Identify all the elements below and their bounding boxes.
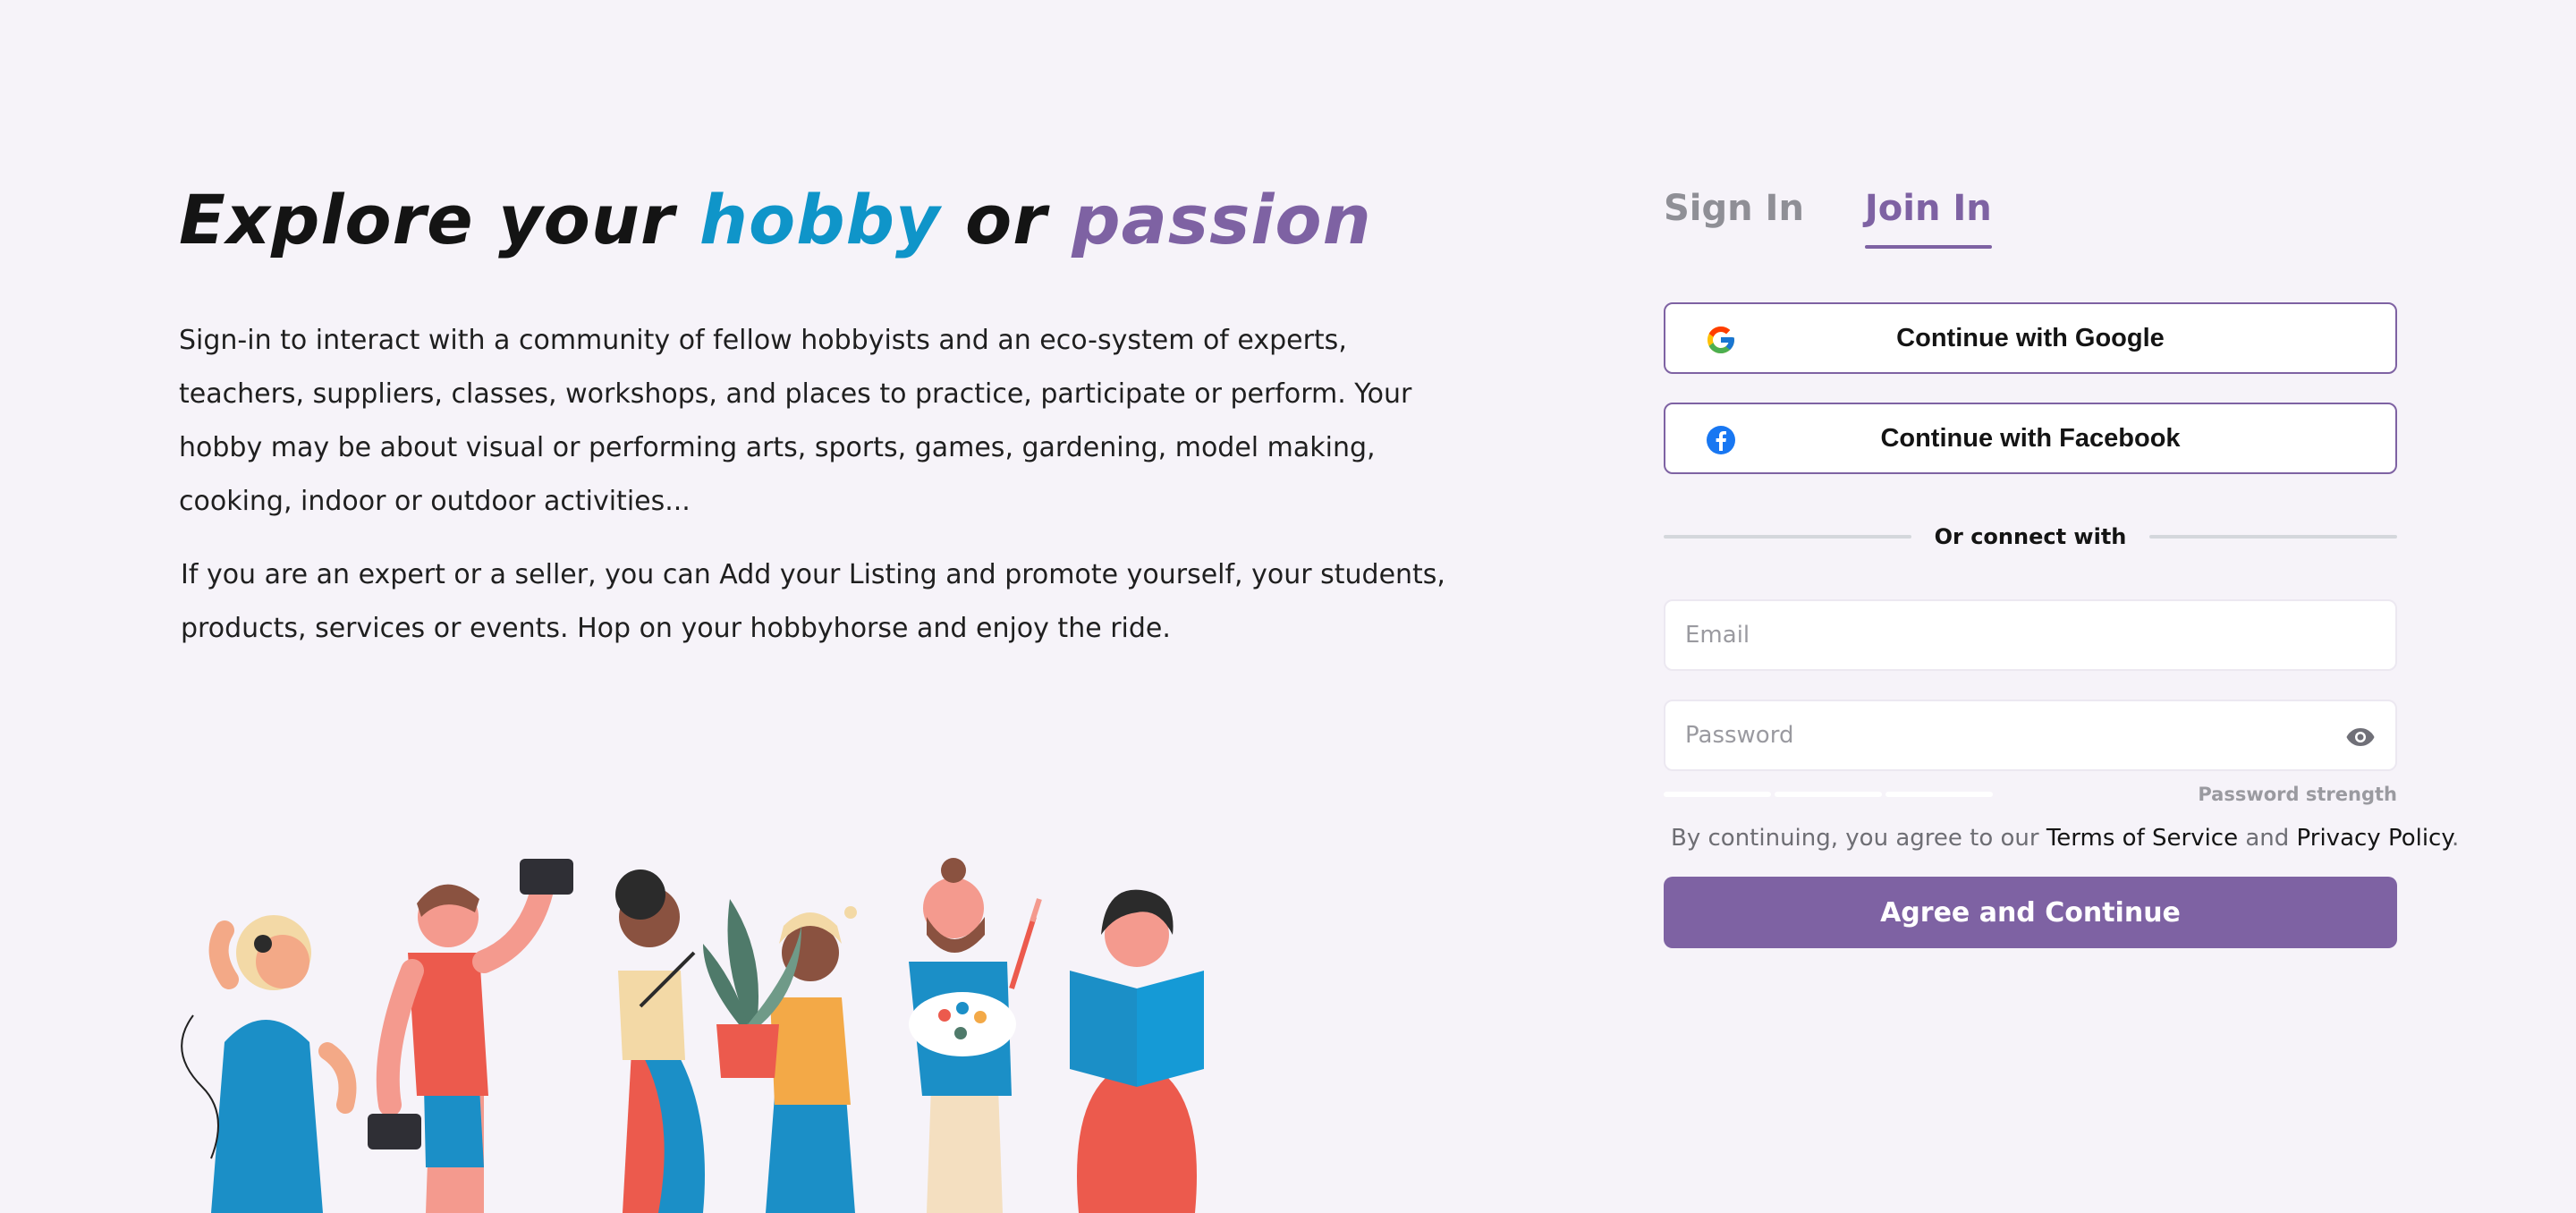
facebook-button-label: Continue with Facebook: [1880, 423, 2181, 453]
hero-section: Explore your hobby or passion Sign-in to…: [179, 179, 1467, 656]
weightlifter-figure: [368, 859, 573, 1213]
password-field-wrapper: [1664, 700, 2397, 771]
painter-figure: [909, 858, 1042, 1213]
seller-paragraph: If you are an expert or a seller, you ca…: [181, 559, 1445, 645]
hero-title-passion: passion: [1072, 180, 1372, 259]
auth-panel: Sign In Join In Continue with Google Con…: [1664, 179, 2459, 948]
hobbyists-illustration: [175, 819, 1445, 1213]
gardener-figure: [703, 899, 857, 1213]
strength-bar-3: [1885, 792, 1993, 797]
terms-suffix: .: [2452, 825, 2460, 852]
google-button-label: Continue with Google: [1896, 323, 2165, 352]
divider-line-right: [2149, 535, 2397, 539]
terms-prefix: By continuing, you agree to our: [1671, 825, 2046, 852]
email-field-wrapper: [1664, 599, 2397, 671]
hero-title: Explore your hobby or passion: [179, 179, 1467, 260]
eye-icon[interactable]: [2345, 725, 2376, 749]
tab-sign-in[interactable]: Sign In: [1664, 179, 1804, 247]
email-field[interactable]: [1665, 601, 2395, 669]
singer-figure: [181, 915, 357, 1213]
continue-with-google-button[interactable]: Continue with Google: [1664, 302, 2397, 374]
agree-and-continue-button[interactable]: Agree and Continue: [1664, 877, 2397, 948]
intro-paragraph: Sign-in to interact with a community of …: [179, 325, 1412, 518]
facebook-icon: [1707, 426, 1735, 454]
password-strength-label: Password strength: [2198, 784, 2397, 805]
reader-figure: [1070, 889, 1204, 1213]
knitter-figure: [615, 869, 705, 1213]
terms-of-service-link[interactable]: Terms of Service: [2046, 825, 2238, 852]
auth-tabs: Sign In Join In: [1664, 179, 2397, 249]
hero-title-hobby: hobby: [699, 180, 941, 259]
divider-line-left: [1664, 535, 1911, 539]
tab-join-in[interactable]: Join In: [1864, 179, 1992, 249]
strength-bar-2: [1775, 792, 1882, 797]
hero-title-part1: Explore your: [179, 180, 699, 259]
divider-text: Or connect with: [1934, 524, 2127, 549]
terms-and: and: [2238, 825, 2297, 852]
terms-text: By continuing, you agree to our Terms of…: [1664, 825, 2459, 852]
privacy-policy-link[interactable]: Privacy Policy: [2297, 825, 2452, 852]
or-connect-divider: Or connect with: [1664, 524, 2397, 549]
password-strength: Password strength: [1664, 784, 2397, 805]
hero-title-part2: or: [940, 180, 1072, 259]
strength-bar-1: [1664, 792, 1771, 797]
continue-with-facebook-button[interactable]: Continue with Facebook: [1664, 403, 2397, 474]
password-field[interactable]: [1665, 701, 2395, 769]
google-icon: [1707, 327, 1734, 353]
